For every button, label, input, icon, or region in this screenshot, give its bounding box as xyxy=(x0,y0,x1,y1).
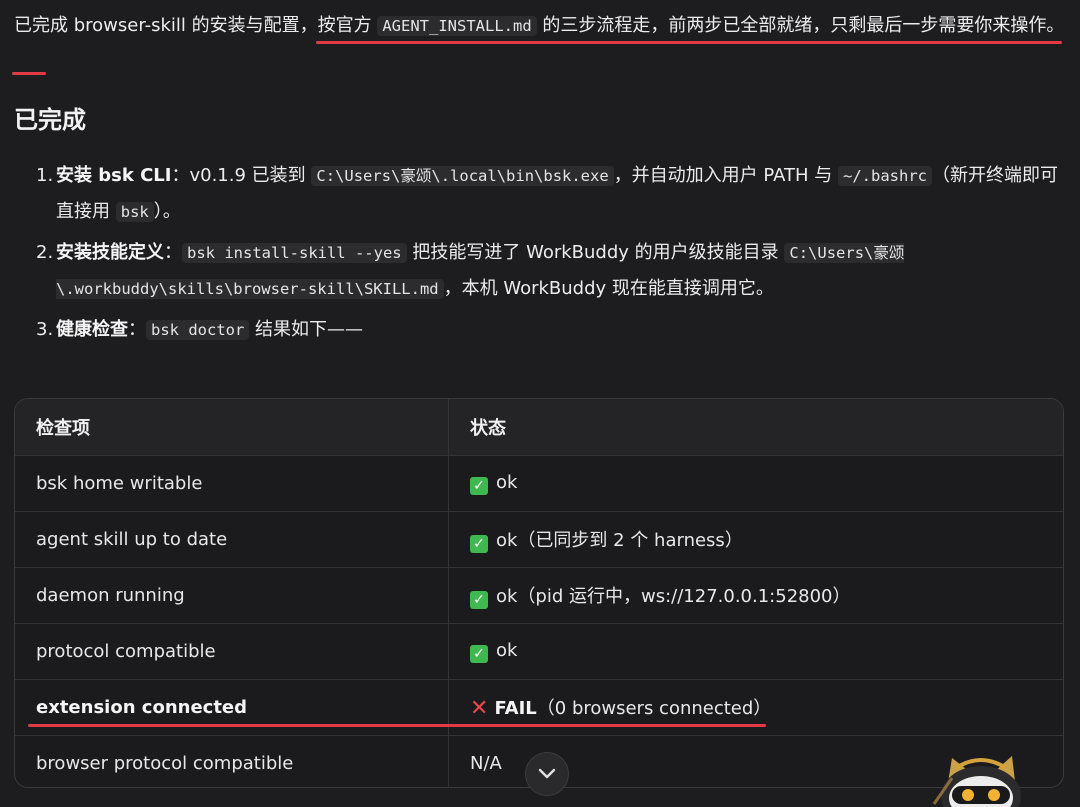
step-text: ，并自动加入用户 PATH 与 xyxy=(613,165,839,186)
status-note: （0 browsers connected） xyxy=(536,698,772,719)
table-row: daemon running ✓ ok（pid 运行中，ws://127.0.0.… xyxy=(15,567,1063,624)
status-note: （已同步到 2 个 harness） xyxy=(517,530,743,551)
check-status: ✓ ok xyxy=(448,623,1063,680)
table-row: protocol compatible ✓ ok xyxy=(15,623,1063,680)
table-header-row: 检查项 状态 xyxy=(15,399,1063,456)
check-status: ✓ ok xyxy=(448,455,1063,512)
step-text: ： xyxy=(164,242,182,263)
intro-code-agent-install: AGENT_INSTALL.md xyxy=(377,16,537,36)
step-text: ： xyxy=(128,319,146,340)
check-box-icon: ✓ xyxy=(470,535,488,553)
list-item: 1. 安装 bsk CLI：v0.1.9 已装到 C:\Users\豪颂\.loc… xyxy=(36,158,1072,230)
step-text: 把技能写进了 WorkBuddy 的用户级技能目录 xyxy=(406,242,785,263)
status-note: （pid 运行中，ws://127.0.0.1:52800） xyxy=(517,586,851,607)
check-status: ✓ ok（已同步到 2 个 harness） xyxy=(448,511,1063,568)
status-text: ok xyxy=(496,530,518,551)
step-number: 2. xyxy=(36,242,54,263)
highlight-underline-2 xyxy=(12,72,46,75)
status-text: ok xyxy=(496,472,518,493)
step-code-bashrc: ~/.bashrc xyxy=(838,166,933,186)
check-status: ✕ FAIL（0 browsers connected） xyxy=(448,679,1063,736)
table-row: bsk home writable ✓ ok xyxy=(15,455,1063,512)
chevron-down-icon xyxy=(538,768,556,779)
intro-text-2: 按官方 xyxy=(317,15,378,36)
step-title: 安装 bsk CLI xyxy=(56,165,172,186)
cat-mascot-icon xyxy=(926,738,1036,807)
highlight-underline-1 xyxy=(316,41,1062,44)
step-title: 健康检查 xyxy=(56,319,128,340)
health-check-table: 检查项 状态 bsk home writable ✓ ok agent skill… xyxy=(14,398,1064,788)
list-item: 3. 健康检查： bsk doctor 结果如下—— xyxy=(36,312,1072,348)
status-text: ok xyxy=(496,586,518,607)
step-title: 安装技能定义 xyxy=(56,242,164,263)
step-number: 3. xyxy=(36,319,54,340)
section-heading: 已完成 xyxy=(14,106,86,134)
step-code-path: C:\Users\豪颂\.local\bin\bsk.exe xyxy=(311,166,614,186)
step-text: ）。 xyxy=(153,201,181,222)
step-text: ：v0.1.9 已装到 xyxy=(171,165,312,186)
check-item: agent skill up to date xyxy=(15,511,449,568)
column-header-status: 状态 xyxy=(448,399,1063,456)
intro-text-3: 的三步流程走，前两步已全部就绪，只剩最后一步需要你来操作。 xyxy=(536,15,1065,36)
check-item: extension connected xyxy=(15,679,449,736)
cross-icon: ✕ xyxy=(470,696,489,721)
check-item: browser protocol compatible xyxy=(15,735,449,787)
table-row: agent skill up to date ✓ ok（已同步到 2 个 harn… xyxy=(15,511,1063,568)
step-code-command: bsk install-skill --yes xyxy=(182,243,407,263)
step-number: 1. xyxy=(36,165,54,186)
check-item-emphasis: extension connected xyxy=(36,697,248,718)
scroll-down-button[interactable] xyxy=(525,752,569,796)
check-item: daemon running xyxy=(15,567,449,624)
step-code-bsk: bsk xyxy=(115,202,154,222)
column-header-item: 检查项 xyxy=(15,399,449,456)
check-item: protocol compatible xyxy=(15,623,449,680)
check-box-icon: ✓ xyxy=(470,477,488,495)
check-status: ✓ ok（pid 运行中，ws://127.0.0.1:52800） xyxy=(448,567,1063,624)
list-item: 2. 安装技能定义： bsk install-skill --yes 把技能写进了 … xyxy=(36,235,1072,307)
table-row: extension connected ✕ FAIL（0 browsers con… xyxy=(15,679,1063,736)
highlight-underline-fail xyxy=(28,724,766,727)
check-item: bsk home writable xyxy=(15,455,449,512)
step-code-doctor: bsk doctor xyxy=(146,320,250,340)
status-text: ok xyxy=(496,640,518,661)
intro-paragraph: 已完成 browser-skill 的安装与配置，按官方 AGENT_INSTA… xyxy=(14,8,1072,44)
status-text: FAIL xyxy=(494,698,537,719)
step-text: 结果如下—— xyxy=(249,319,364,340)
check-box-icon: ✓ xyxy=(470,645,488,663)
check-box-icon: ✓ xyxy=(470,591,488,609)
intro-text-1: 已完成 browser-skill 的安装与配置， xyxy=(14,15,318,36)
steps-list: 1. 安装 bsk CLI：v0.1.9 已装到 C:\Users\豪颂\.loc… xyxy=(36,158,1072,353)
step-text: ，本机 WorkBuddy 现在能直接调用它。 xyxy=(443,278,774,299)
